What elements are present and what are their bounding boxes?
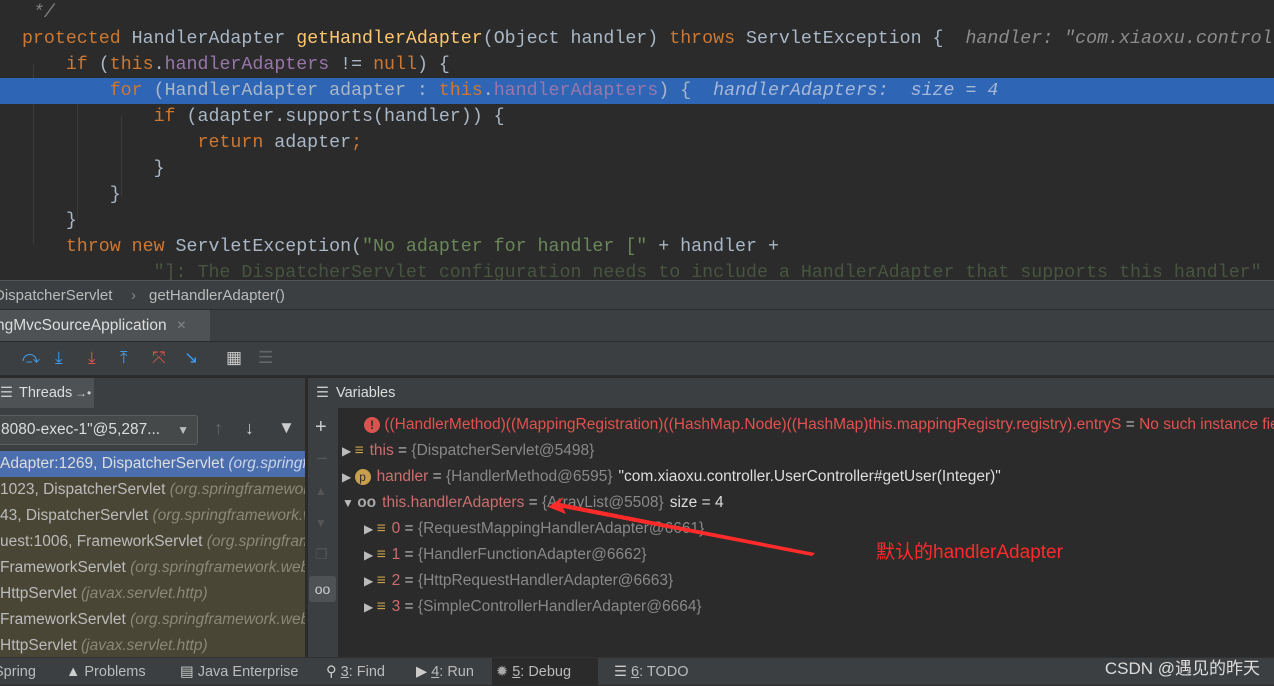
tool-tab[interactable]: ✹ 5: Debug xyxy=(492,658,598,686)
tool-tab-number: 6 xyxy=(631,664,640,680)
tool-tab-label: Problems xyxy=(84,664,146,680)
annotation-text: 默认的handlerAdapter xyxy=(876,542,1063,563)
search-icon: ⚲ xyxy=(326,664,341,680)
annotation-arrow xyxy=(548,497,815,556)
bug-icon: ✹ xyxy=(496,664,513,680)
warning-icon: ▲ xyxy=(66,664,85,680)
tool-tab-label: : Run xyxy=(439,664,474,680)
tool-tab-label: : Debug xyxy=(520,664,572,680)
tool-tab-label: : TODO xyxy=(639,664,689,680)
watermark: CSDN @遇见的昨天 xyxy=(1104,659,1260,678)
tool-tab[interactable]: ☰ 6: TODO xyxy=(610,658,693,686)
tool-tab-label: Spring xyxy=(0,664,36,680)
tool-tab-label: Java Enterprise xyxy=(197,664,299,680)
tool-tab[interactable]: ▶ 4: Run xyxy=(412,658,478,686)
tool-tab[interactable]: ⚲ 3: Find xyxy=(322,658,389,686)
bottom-tool-tabs: Spring ▲ Problems ▤ Java Enterprise ⚲ 3: Fi… xyxy=(0,657,1274,686)
todo-icon: ☰ xyxy=(614,664,632,680)
tool-tab[interactable]: ▤ Java Enterprise xyxy=(176,658,302,686)
tool-tab-number: 3 xyxy=(340,664,349,680)
run-icon: ▶ xyxy=(416,664,432,680)
tool-tab[interactable]: ▲ Problems xyxy=(62,658,150,686)
tool-tab-label: : Find xyxy=(348,664,385,680)
tool-tab[interactable]: Spring xyxy=(0,658,40,686)
java-enterprise-icon: ▤ xyxy=(180,664,198,680)
